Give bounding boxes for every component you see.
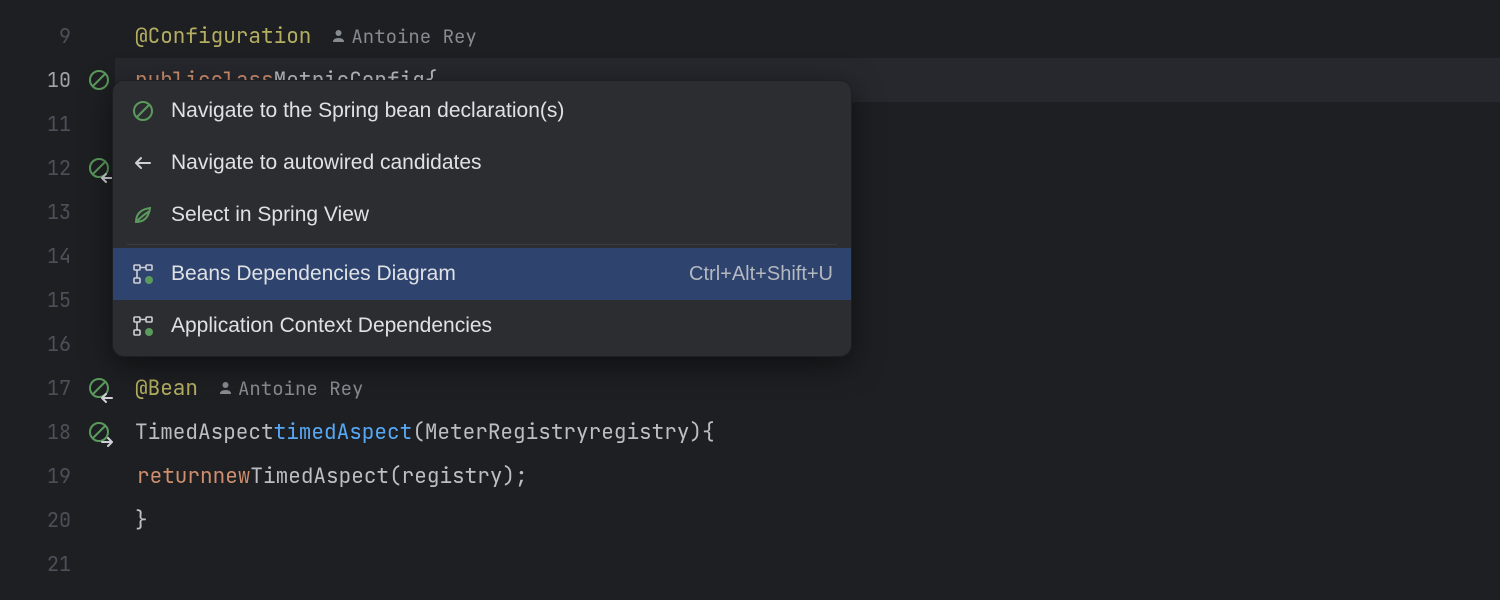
author-inlay[interactable]: Antoine Rey xyxy=(331,24,476,49)
line-number: 14 xyxy=(45,243,81,269)
arg-name: registry xyxy=(402,463,503,490)
spring-no-circle-icon xyxy=(131,99,155,123)
annotation: @Bean xyxy=(135,375,198,402)
gutter-icon-empty xyxy=(87,288,111,312)
keyword-return: return xyxy=(137,463,213,490)
gutter-row: 15 xyxy=(0,278,115,322)
gutter-icon-empty xyxy=(87,24,111,48)
line-number: 12 xyxy=(45,155,81,181)
diagram-icon xyxy=(131,262,155,286)
spring-bean-arrow-gutter-icon[interactable] xyxy=(87,420,111,444)
line-number: 16 xyxy=(45,331,81,357)
line-number: 9 xyxy=(45,23,81,49)
diagram-icon xyxy=(131,314,155,338)
brace-close: } xyxy=(135,507,148,534)
line-number: 19 xyxy=(45,463,81,489)
author-name: Antoine Rey xyxy=(351,24,476,49)
author-name: Antoine Rey xyxy=(238,376,363,401)
arrow-left-icon xyxy=(131,151,155,175)
popup-item-label: Select in Spring View xyxy=(171,203,833,227)
person-icon xyxy=(331,24,346,49)
popup-item-label: Navigate to autowired candidates xyxy=(171,151,833,175)
popup-item-label: Application Context Dependencies xyxy=(171,314,833,338)
line-number: 15 xyxy=(45,287,81,313)
gutter-row: 19 xyxy=(0,454,115,498)
gutter-icon-empty xyxy=(87,552,111,576)
gutter-row: 20 xyxy=(0,498,115,542)
method-name: timedAspect xyxy=(274,419,413,446)
popup-item-navigate-autowired[interactable]: Navigate to autowired candidates xyxy=(113,137,851,189)
annotation: @Configuration xyxy=(135,23,311,50)
gutter-icon-empty xyxy=(87,464,111,488)
gutter-row: 16 xyxy=(0,322,115,366)
gutter-row: 10 xyxy=(0,58,115,102)
popup-item-label: Beans Dependencies Diagram xyxy=(171,262,673,286)
gutter-icon-empty xyxy=(87,244,111,268)
spring-autowire-gutter-icon[interactable] xyxy=(87,376,111,400)
gutter-row: 13 xyxy=(0,190,115,234)
line-number: 13 xyxy=(45,199,81,225)
person-icon xyxy=(218,376,233,401)
gutter-row: 12 xyxy=(0,146,115,190)
code-line: TimedAspect timedAspect(MeterRegistry re… xyxy=(135,410,1500,454)
popup-item-navigate-bean-declaration[interactable]: Navigate to the Spring bean declaration(… xyxy=(113,85,851,137)
gutter-icon-empty xyxy=(87,508,111,532)
line-number: 18 xyxy=(45,419,81,445)
code-line: @Bean Antoine Rey xyxy=(135,366,1500,410)
ctor-name: TimedAspect xyxy=(250,463,389,490)
popup-item-app-context-dependencies[interactable]: Application Context Dependencies xyxy=(113,300,851,352)
param-type: MeterRegistry xyxy=(425,419,589,446)
gutter-icon-empty xyxy=(87,332,111,356)
gutter-icon-empty xyxy=(87,112,111,136)
spring-bean-gutter-icon[interactable] xyxy=(87,68,111,92)
code-line xyxy=(135,542,1500,586)
code-line: @Configuration Antoine Rey xyxy=(135,14,1500,58)
line-number: 20 xyxy=(45,507,81,533)
line-number: 17 xyxy=(45,375,81,401)
return-type: TimedAspect xyxy=(135,419,274,446)
gutter-row: 11 xyxy=(0,102,115,146)
gutter-popup-menu: Navigate to the Spring bean declaration(… xyxy=(112,80,852,357)
code-line: } xyxy=(135,498,1500,542)
gutter-icon-empty xyxy=(87,200,111,224)
popup-item-shortcut: Ctrl+Alt+Shift+U xyxy=(689,263,833,286)
gutter-row: 17 xyxy=(0,366,115,410)
popup-item-select-spring-view[interactable]: Select in Spring View xyxy=(113,189,851,241)
line-number: 10 xyxy=(45,67,81,93)
gutter-row: 21 xyxy=(0,542,115,586)
gutter-row: 18 xyxy=(0,410,115,454)
code-line: return new TimedAspect(registry); xyxy=(135,454,1500,498)
author-inlay[interactable]: Antoine Rey xyxy=(218,376,363,401)
gutter: 9 10 11 12 13 14 15 xyxy=(0,0,115,600)
keyword-new: new xyxy=(213,463,251,490)
gutter-row: 14 xyxy=(0,234,115,278)
popup-item-label: Navigate to the Spring bean declaration(… xyxy=(171,99,833,123)
line-number: 11 xyxy=(45,111,81,137)
spring-autowire-gutter-icon[interactable] xyxy=(87,156,111,180)
leaf-icon xyxy=(131,203,155,227)
popup-item-beans-dependencies-diagram[interactable]: Beans Dependencies Diagram Ctrl+Alt+Shif… xyxy=(113,248,851,300)
line-number: 21 xyxy=(45,551,81,577)
param-name: registry xyxy=(589,419,690,446)
popup-separator xyxy=(127,244,837,245)
gutter-row: 9 xyxy=(0,14,115,58)
